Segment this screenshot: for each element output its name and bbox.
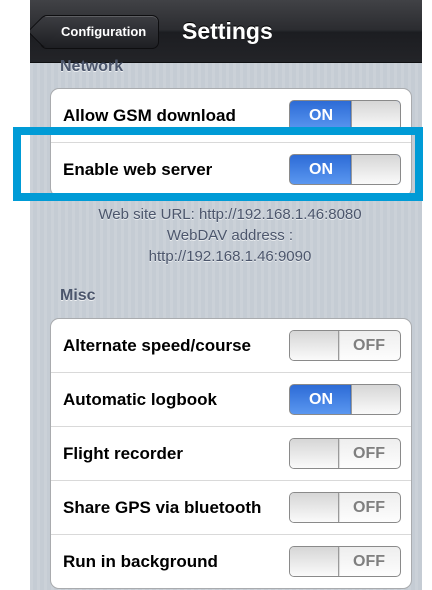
section-header-network: Network (60, 58, 124, 75)
switch-state: ON (309, 107, 333, 124)
enable-web-server-switch[interactable]: ON (289, 154, 401, 185)
setting-label: Flight recorder (63, 444, 183, 463)
setting-row-automatic-logbook: Automatic logbook ON (51, 373, 411, 427)
setting-label: Automatic logbook (63, 390, 217, 409)
page-title: Settings (182, 18, 273, 44)
setting-row-allow-gsm-download: Allow GSM download ON (51, 89, 411, 143)
network-footer: Web site URL: http://192.168.1.46:8080 W… (50, 204, 410, 267)
network-group: Allow GSM download ON Enable web server … (50, 88, 412, 197)
setting-row-flight-recorder: Flight recorder OFF (51, 427, 411, 481)
switch-state: ON (309, 391, 333, 408)
share-gps-via-bluetooth-switch[interactable]: OFF (289, 492, 401, 523)
switch-knob (351, 385, 400, 414)
page-margin (422, 0, 432, 590)
allow-gsm-download-switch[interactable]: ON (289, 100, 401, 131)
misc-group: Alternate speed/course OFF Automatic log… (50, 318, 412, 589)
setting-label: Enable web server (63, 160, 213, 179)
setting-row-enable-web-server: Enable web server ON (51, 143, 411, 196)
setting-label: Alternate speed/course (63, 336, 252, 355)
switch-state: OFF (353, 337, 385, 354)
switch-state: OFF (353, 499, 385, 516)
setting-row-alternate-speed-course: Alternate speed/course OFF (51, 319, 411, 373)
section-header-misc: Misc (60, 287, 96, 304)
webdav-address-label: WebDAV address : (166, 227, 294, 244)
back-button-label: Configuration (61, 24, 147, 39)
switch-knob (290, 547, 339, 576)
webdav-address-url: http://192.168.1.46:9090 (148, 248, 312, 265)
switch-knob (351, 101, 400, 130)
alternate-speed-course-switch[interactable]: OFF (289, 330, 401, 361)
switch-knob (290, 331, 339, 360)
switch-knob (290, 493, 339, 522)
flight-recorder-switch[interactable]: OFF (289, 438, 401, 469)
setting-row-share-gps-via-bluetooth: Share GPS via bluetooth OFF (51, 481, 411, 535)
switch-state: ON (309, 161, 333, 178)
setting-label: Run in background (63, 552, 218, 571)
settings-screen: Configuration Settings Network Allow GSM… (30, 0, 422, 590)
back-arrow-icon (30, 15, 60, 48)
run-in-background-switch[interactable]: OFF (289, 546, 401, 577)
switch-state: OFF (353, 553, 385, 570)
switch-knob (351, 155, 400, 184)
setting-label: Share GPS via bluetooth (63, 498, 262, 517)
setting-label: Allow GSM download (63, 106, 236, 125)
back-button[interactable]: Configuration (30, 15, 160, 49)
web-site-url-text: Web site URL: http://192.168.1.46:8080 (98, 206, 362, 223)
automatic-logbook-switch[interactable]: ON (289, 384, 401, 415)
navigation-bar: Configuration Settings (30, 0, 422, 63)
switch-state: OFF (353, 445, 385, 462)
switch-knob (290, 439, 339, 468)
setting-row-run-in-background: Run in background OFF (51, 535, 411, 588)
